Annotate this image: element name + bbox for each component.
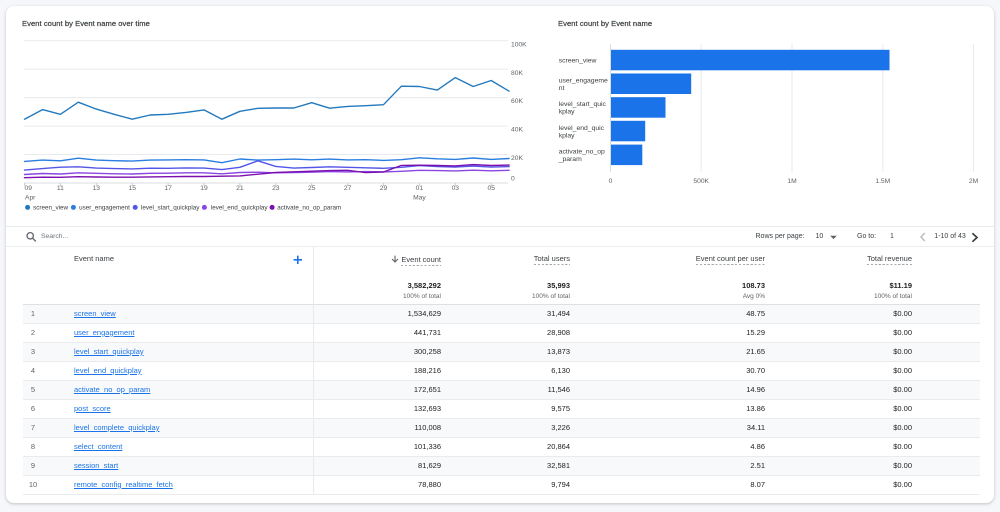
svg-text:15: 15 (128, 185, 136, 192)
svg-text:19: 19 (200, 185, 208, 192)
svg-text:level_end_quic: level_end_quic (559, 125, 605, 132)
svg-text:11: 11 (57, 185, 64, 192)
svg-text:29: 29 (380, 185, 388, 192)
svg-text:May: May (413, 195, 426, 202)
svg-text:screen_view: screen_view (559, 57, 597, 64)
svg-text:Apr: Apr (25, 195, 36, 202)
svg-text:0: 0 (609, 178, 613, 185)
svg-text:23: 23 (272, 185, 280, 192)
svg-text:40K: 40K (511, 127, 523, 134)
svg-text:screen_view: screen_view (33, 205, 68, 212)
svg-text:13: 13 (93, 185, 101, 192)
svg-text:nt: nt (559, 85, 565, 92)
svg-text:level_start_quickplay: level_start_quickplay (141, 205, 200, 212)
svg-text:21: 21 (236, 185, 244, 192)
svg-text:17: 17 (164, 185, 172, 192)
svg-text:0: 0 (511, 175, 515, 182)
svg-text:1M: 1M (787, 178, 797, 185)
svg-text:level_start_quic: level_start_quic (559, 101, 607, 108)
svg-text:1.5M: 1.5M (875, 178, 890, 185)
svg-text:500K: 500K (693, 178, 709, 185)
svg-text:60K: 60K (511, 98, 523, 105)
svg-text:user_engagement: user_engagement (79, 205, 130, 212)
svg-text:activate_no_op: activate_no_op (559, 149, 605, 156)
svg-text:activate_no_op_param: activate_no_op_param (277, 205, 341, 212)
svg-text:25: 25 (308, 185, 316, 192)
svg-text:kplay: kplay (559, 109, 575, 116)
svg-text:kplay: kplay (559, 132, 575, 139)
svg-text:80K: 80K (511, 70, 523, 77)
svg-text:09: 09 (24, 185, 32, 192)
svg-text:_param: _param (558, 156, 582, 163)
svg-text:03: 03 (452, 185, 460, 192)
svg-text:20K: 20K (511, 155, 523, 162)
svg-text:27: 27 (344, 185, 352, 192)
svg-text:100K: 100K (511, 41, 527, 48)
svg-text:05: 05 (487, 185, 495, 192)
svg-text:level_end_quickplay: level_end_quickplay (211, 205, 269, 212)
svg-text:2M: 2M (969, 178, 979, 185)
svg-text:user_engageme: user_engageme (559, 77, 608, 84)
svg-text:01: 01 (416, 185, 424, 192)
